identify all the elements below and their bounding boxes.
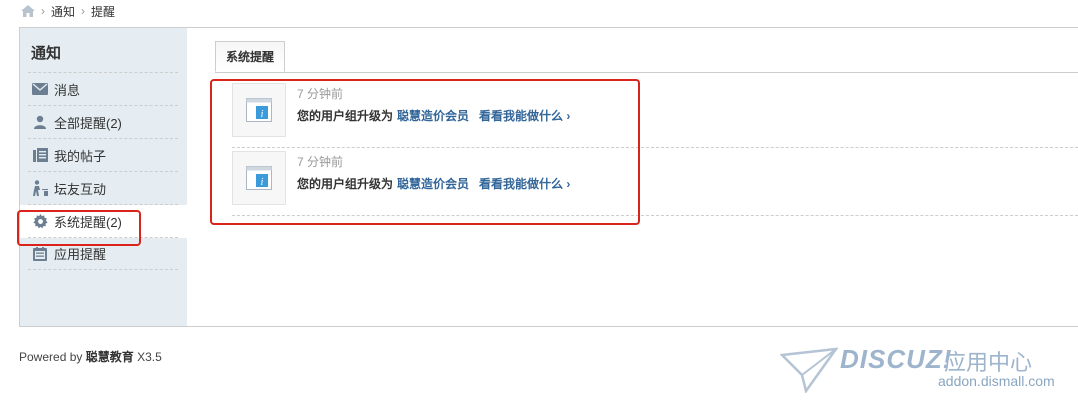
content-panel: 系统提醒 i 7 分钟前 您的用户组升级为 聪慧造价会员 看看我能做什么 › i 7…: [187, 28, 1078, 326]
tab-bar: 系统提醒: [215, 41, 1078, 73]
paper-plane-icon: [780, 347, 838, 393]
sidebar-item-all-reminders[interactable]: 全部提醒(2): [28, 106, 178, 139]
tab-system-reminders[interactable]: 系统提醒: [215, 41, 285, 72]
svg-text:i: i: [261, 109, 264, 120]
sidebar-item-label: 我的帖子: [54, 148, 107, 164]
watermark: DISCUZ! 应用中心 addon.dismall.com: [780, 343, 1070, 393]
footer: Powered by 聪慧教育 X3.5: [19, 348, 162, 365]
sidebar: 通知 消息 全部提醒(2) 我的帖子 坛友互动 系统提醒(2) 应用提醒: [17, 28, 187, 326]
breadcrumb-separator: ›: [41, 4, 45, 18]
footer-version: X3.5: [137, 350, 162, 364]
posts-icon: [32, 147, 48, 163]
notice-message: 您的用户组升级为 聪慧造价会员 看看我能做什么 ›: [297, 175, 570, 192]
system-notice-icon: i: [232, 83, 286, 137]
notice-message: 您的用户组升级为 聪慧造价会员 看看我能做什么 ›: [297, 107, 570, 124]
footer-prefix: Powered by: [19, 350, 83, 364]
breadcrumb-notifications[interactable]: 通知: [51, 3, 75, 20]
notice-more-link[interactable]: 看看我能做什么 ›: [479, 177, 570, 191]
breadcrumb: › 通知 › 提醒: [21, 3, 115, 19]
notice-time: 7 分钟前: [297, 87, 344, 101]
interaction-icon: [32, 180, 48, 196]
svg-text:i: i: [261, 177, 264, 188]
system-notice-icon: i: [232, 151, 286, 205]
sidebar-item-interaction[interactable]: 坛友互动: [28, 172, 178, 205]
notice-item: i 7 分钟前 您的用户组升级为 聪慧造价会员 看看我能做什么 ›: [232, 80, 1078, 148]
sidebar-item-messages[interactable]: 消息: [28, 73, 178, 106]
watermark-url: addon.dismall.com: [938, 373, 1055, 389]
sidebar-item-label: 坛友互动: [54, 181, 107, 197]
sidebar-nav: 消息 全部提醒(2) 我的帖子 坛友互动 系统提醒(2) 应用提醒: [20, 73, 187, 270]
breadcrumb-reminders[interactable]: 提醒: [91, 3, 115, 20]
watermark-logo: DISCUZ!: [840, 344, 953, 374]
main-frame: 通知 消息 全部提醒(2) 我的帖子 坛友互动 系统提醒(2) 应用提醒 系统提…: [17, 27, 1078, 327]
sidebar-item-my-posts[interactable]: 我的帖子: [28, 139, 178, 172]
notice-group-link[interactable]: 聪慧造价会员: [397, 177, 469, 191]
notice-text: 您的用户组升级为: [297, 109, 394, 123]
notice-time: 7 分钟前: [297, 155, 344, 169]
envelope-icon: [32, 81, 48, 97]
sidebar-item-label: 全部提醒(2): [54, 115, 122, 131]
sidebar-item-label: 消息: [54, 82, 81, 98]
sidebar-item-label: 系统提醒(2): [54, 215, 122, 230]
notice-more-link[interactable]: 看看我能做什么 ›: [479, 109, 570, 123]
breadcrumb-separator: ›: [81, 4, 86, 18]
notice-text: 您的用户组升级为: [297, 177, 394, 191]
gear-icon: [32, 214, 48, 230]
notice-group-link[interactable]: 聪慧造价会员: [397, 109, 469, 123]
notice-item: i 7 分钟前 您的用户组升级为 聪慧造价会员 看看我能做什么 ›: [232, 148, 1078, 216]
sidebar-item-app-reminders[interactable]: 应用提醒: [28, 237, 178, 270]
sidebar-title: 通知: [31, 45, 62, 62]
sidebar-item-system-reminders[interactable]: 系统提醒(2): [20, 205, 187, 238]
user-icon: [32, 114, 48, 130]
sidebar-item-label: 应用提醒: [54, 247, 107, 262]
calendar-icon: [32, 246, 48, 262]
footer-brand[interactable]: 聪慧教育: [86, 350, 134, 364]
home-icon[interactable]: [21, 5, 35, 17]
